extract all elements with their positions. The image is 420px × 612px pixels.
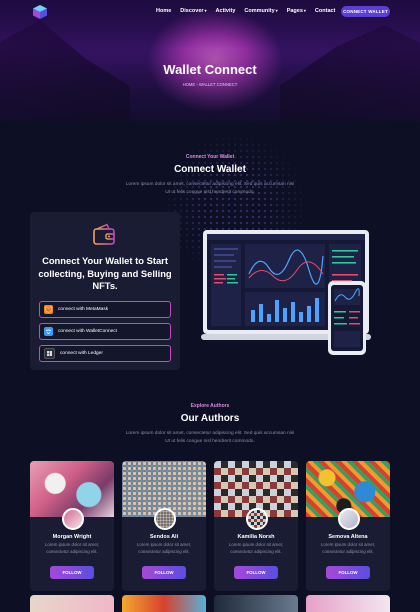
author-cover-image [30,595,114,612]
authors-grid-next-row [30,595,390,612]
author-card[interactable]: Kamilia Norsh Lorem ipsum dolor sit amet… [214,461,298,591]
ledger-icon [44,348,55,359]
connect-section-description: Lorem ipsum dolor sit amet, consectetur … [125,182,295,195]
author-avatar [154,508,176,530]
connect-wallet-card: Connect Your Wallet to Start collecting,… [30,212,180,370]
author-avatar [338,508,360,530]
author-name[interactable]: Semova Altena [306,534,390,540]
author-avatar [246,508,268,530]
author-name[interactable]: Morgan Wright [30,534,114,540]
follow-button[interactable]: FOLLOW [50,566,94,579]
breadcrumb-separator: › [196,82,198,87]
follow-button[interactable]: FOLLOW [326,566,370,579]
connect-section-title: Connect Wallet [174,164,246,175]
ledger-option[interactable]: connect with Ledger [39,345,171,362]
connect-card-heading: Connect Your Wallet to Start collecting,… [38,255,172,291]
connect-wallet-button[interactable]: CONNECT WALLET [341,6,390,17]
phone-app-illustration [328,281,366,355]
logo-icon[interactable] [32,4,48,20]
author-name[interactable]: Sendos Ali [122,534,206,540]
chevron-down-icon: ▾ [204,8,207,13]
author-card[interactable]: Morgan Wright Lorem ipsum dolor sit amet… [30,461,114,591]
breadcrumb: HOME › WALLET CONNECT [0,82,420,87]
authors-section-subtitle: Explore Authors [190,403,230,409]
page-title: Wallet Connect [163,62,257,77]
author-cover-image [214,595,298,612]
author-description: Lorem ipsum dolor sit amet, consectetur … [44,542,100,554]
ledger-option-label: connect with Ledger [60,351,103,356]
walletconnect-option-label: connect with WalletConnect [58,329,118,334]
walletconnect-icon [44,327,53,336]
nav-pages[interactable]: Pages▾ [287,8,306,14]
author-description: Lorem ipsum dolor sit amet, consectetur … [320,542,376,554]
metamask-option[interactable]: connect with MetaMask [39,301,171,318]
author-cover-image [122,595,206,612]
breadcrumb-current: WALLET CONNECT [198,82,238,87]
authors-grid: Morgan Wright Lorem ipsum dolor sit amet… [30,461,390,591]
top-navigation: Home Discover▾ Activity Community▾ Pages… [0,0,420,24]
author-description: Lorem ipsum dolor sit amet, consectetur … [136,542,192,554]
nav-activity[interactable]: Activity [216,8,236,14]
hero-banner: Home Discover▾ Activity Community▾ Pages… [0,0,420,122]
nav-contact[interactable]: Contact [315,8,335,14]
author-avatar [62,508,84,530]
author-card[interactable]: Sendos Ali Lorem ipsum dolor sit amet, c… [122,461,206,591]
nav-community[interactable]: Community▾ [244,8,277,14]
metamask-icon [44,305,53,314]
nav-links: Home Discover▾ Activity Community▾ Pages… [156,8,335,14]
follow-button[interactable]: FOLLOW [142,566,186,579]
connect-section-subtitle: Connect Your Wallet [185,154,235,160]
author-description: Lorem ipsum dolor sit amet, consectetur … [228,542,284,554]
author-name[interactable]: Kamilia Norsh [214,534,298,540]
authors-section-title: Our Authors [180,413,240,424]
author-card[interactable]: Semova Altena Lorem ipsum dolor sit amet… [306,461,390,591]
chevron-down-icon: ▾ [275,8,278,13]
nav-home[interactable]: Home [156,8,171,14]
chevron-down-icon: ▾ [303,8,306,13]
nav-discover[interactable]: Discover▾ [180,8,206,14]
wallet-icon [93,223,115,245]
follow-button[interactable]: FOLLOW [234,566,278,579]
walletconnect-option[interactable]: connect with WalletConnect [39,323,171,340]
breadcrumb-home[interactable]: HOME [183,82,196,87]
author-cover-image [306,595,390,612]
authors-section-description: Lorem ipsum dolor sit amet, consectetur … [125,431,295,444]
metamask-option-label: connect with MetaMask [58,307,109,312]
